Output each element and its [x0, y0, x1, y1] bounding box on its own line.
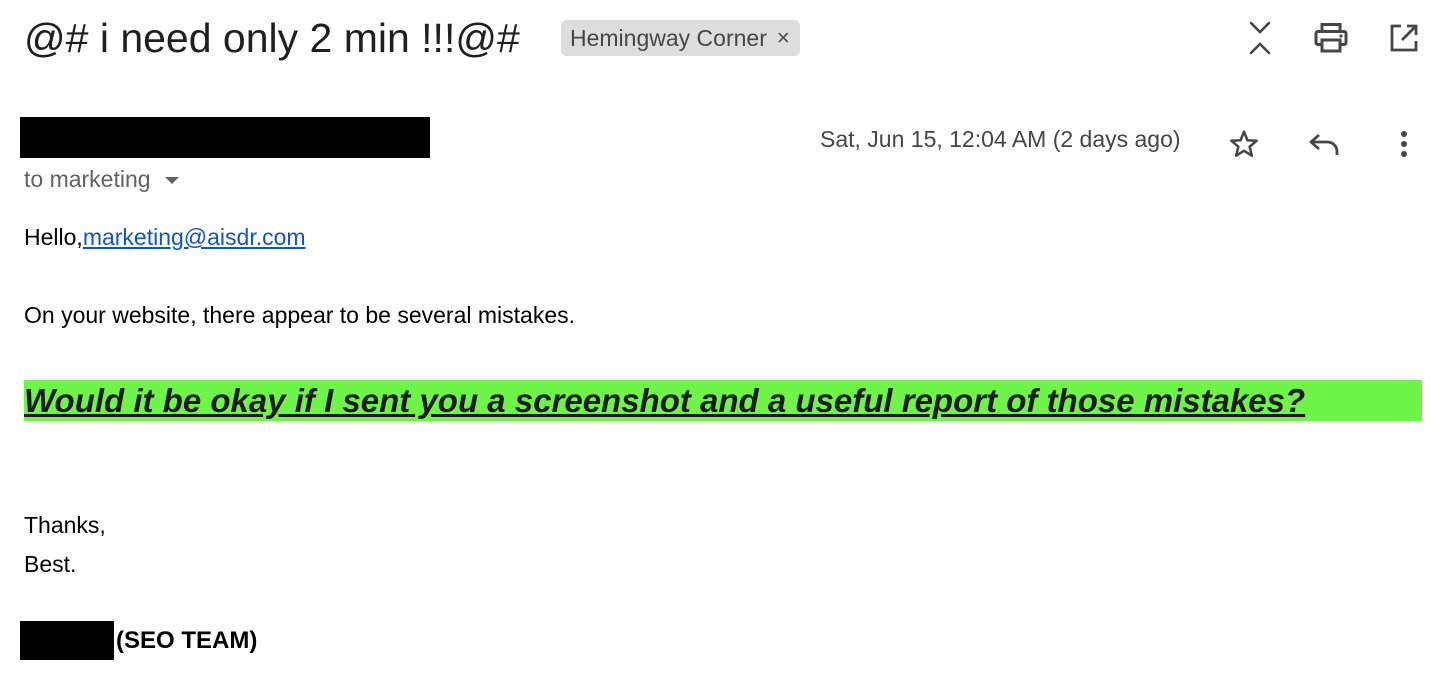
print-icon[interactable]: [1311, 18, 1351, 58]
greeting: Hello,marketing@aisdr.com: [24, 224, 306, 251]
closing-best: Best.: [24, 551, 77, 577]
highlighted-question: Would it be okay if I sent you a screens…: [24, 380, 1422, 421]
label-chip-text: Hemingway Corner: [570, 24, 767, 51]
email-subject: @# i need only 2 min !!!@#: [24, 15, 520, 61]
recipient-line: to marketing: [24, 166, 179, 193]
reply-icon[interactable]: [1302, 122, 1346, 166]
remove-label-icon[interactable]: ×: [777, 27, 790, 49]
open-in-new-window-icon[interactable]: [1384, 18, 1424, 58]
label-chip[interactable]: Hemingway Corner ×: [561, 20, 800, 56]
body-line-1: On your website, there appear to be seve…: [24, 302, 576, 328]
signature-name-redacted: [20, 621, 114, 660]
greeting-prefix: Hello,: [24, 224, 83, 250]
star-icon[interactable]: [1222, 122, 1266, 166]
more-vertical-icon[interactable]: [1382, 122, 1426, 166]
email-date: Sat, Jun 15, 12:04 AM (2 days ago): [820, 126, 1181, 152]
sender-name-redacted: [20, 117, 430, 158]
recipient-details-dropdown-icon[interactable]: [164, 177, 179, 184]
signature-team: (SEO TEAM): [116, 627, 258, 654]
greeting-email-link[interactable]: marketing@aisdr.com: [83, 224, 306, 250]
closing-thanks: Thanks,: [24, 512, 106, 538]
recipient-text: to marketing: [24, 166, 151, 192]
expand-collapse-icon[interactable]: [1240, 18, 1280, 58]
